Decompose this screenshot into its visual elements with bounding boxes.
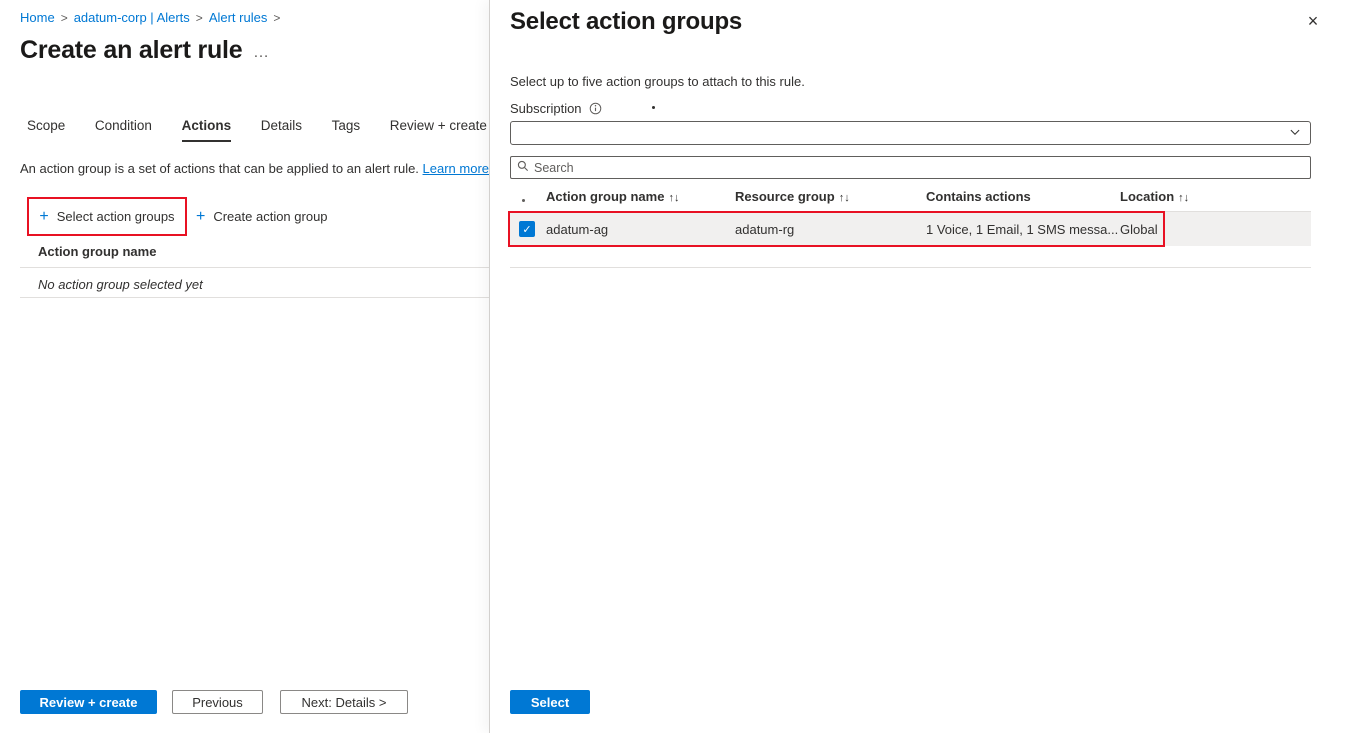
select-action-groups-panel: Select action groups × Select up to five… xyxy=(489,0,1345,733)
column-contains-actions[interactable]: Contains actions xyxy=(926,189,1035,204)
breadcrumb-adatum-corp-alerts[interactable]: adatum-corp | Alerts xyxy=(74,10,190,25)
column-label: Location xyxy=(1120,189,1174,204)
tab-actions[interactable]: Actions xyxy=(182,118,232,142)
breadcrumb: Home > adatum-corp | Alerts > Alert rules > xyxy=(20,10,286,25)
previous-button[interactable]: Previous xyxy=(172,690,263,714)
select-all-indicator[interactable] xyxy=(522,199,525,202)
select-button[interactable]: Select xyxy=(510,690,590,714)
divider xyxy=(510,267,1311,268)
tab-tags[interactable]: Tags xyxy=(332,118,361,142)
tab-details[interactable]: Details xyxy=(261,118,302,142)
required-indicator xyxy=(652,106,655,109)
create-action-group-label: Create action group xyxy=(213,209,327,224)
azure-portal-create-alert-rule: { "breadcrumb": { "items": [ { "label": … xyxy=(0,0,1345,733)
next-details-button[interactable]: Next: Details > xyxy=(280,690,408,714)
info-icon[interactable] xyxy=(589,102,602,115)
panel-description: Select up to five action groups to attac… xyxy=(510,74,805,89)
column-label: Action group name xyxy=(546,189,664,204)
cell-action-group-name: adatum-ag xyxy=(546,222,608,237)
breadcrumb-home[interactable]: Home xyxy=(20,10,55,25)
select-action-groups-label: Select action groups xyxy=(57,209,175,224)
cell-resource-group: adatum-rg xyxy=(735,222,794,237)
chevron-right-icon: > xyxy=(196,11,203,25)
tab-review-create[interactable]: Review + create xyxy=(390,118,487,142)
plus-icon: + xyxy=(196,209,205,225)
column-label: Resource group xyxy=(735,189,835,204)
search-icon xyxy=(517,160,529,175)
select-action-groups-button[interactable]: + Select action groups xyxy=(27,197,187,236)
subscription-dropdown[interactable] xyxy=(510,121,1311,145)
actions-description-text: An action group is a set of actions that… xyxy=(20,161,423,176)
select-action-groups-button-content: + Select action groups xyxy=(39,209,174,225)
subscription-label-text: Subscription xyxy=(510,101,582,116)
action-group-name-column-header: Action group name xyxy=(38,244,156,259)
page-title: Create an alert rule xyxy=(20,36,243,65)
actions-description: An action group is a set of actions that… xyxy=(20,161,489,176)
action-groups-grid: Action group name ↑↓ Resource group ↑↓ Con… xyxy=(510,186,1311,246)
search-box xyxy=(510,156,1311,179)
divider xyxy=(20,267,489,268)
grid-header-row: Action group name ↑↓ Resource group ↑↓ Con… xyxy=(510,186,1311,211)
column-resource-group[interactable]: Resource group ↑↓ xyxy=(735,189,850,204)
create-alert-rule-blade: Home > adatum-corp | Alerts > Alert rules > C… xyxy=(0,0,489,733)
tab-condition[interactable]: Condition xyxy=(95,118,152,142)
create-action-group-button[interactable]: + Create action group xyxy=(196,197,328,236)
review-create-button[interactable]: Review + create xyxy=(20,690,157,714)
more-options-icon[interactable]: … xyxy=(253,44,269,62)
checkmark-icon: ✓ xyxy=(522,223,531,236)
table-row-adatum-ag[interactable]: ✓ adatum-ag adatum-rg 1 Voice, 1 Email, … xyxy=(510,212,1311,246)
cell-contains-actions: 1 Voice, 1 Email, 1 SMS messa... xyxy=(926,222,1118,237)
tab-scope[interactable]: Scope xyxy=(27,118,65,142)
chevron-down-icon xyxy=(1289,126,1301,141)
chevron-right-icon: > xyxy=(273,11,280,25)
cell-location: Global xyxy=(1120,222,1158,237)
subscription-label: Subscription xyxy=(510,101,602,116)
divider xyxy=(20,297,489,298)
panel-title: Select action groups xyxy=(510,8,742,36)
plus-icon: + xyxy=(39,209,48,225)
no-action-group-message: No action group selected yet xyxy=(38,277,203,292)
wizard-tabs: Scope Condition Actions Details Tags Rev… xyxy=(27,118,489,146)
row-checkbox-checked[interactable]: ✓ xyxy=(519,221,535,237)
column-action-group-name[interactable]: Action group name ↑↓ xyxy=(546,189,679,204)
chevron-right-icon: > xyxy=(61,11,68,25)
breadcrumb-alert-rules[interactable]: Alert rules xyxy=(209,10,268,25)
column-location[interactable]: Location ↑↓ xyxy=(1120,189,1189,204)
sort-icon: ↑↓ xyxy=(668,192,679,204)
sort-icon: ↑↓ xyxy=(839,192,850,204)
close-icon[interactable]: × xyxy=(1300,8,1326,34)
sort-icon: ↑↓ xyxy=(1178,192,1189,204)
search-input[interactable] xyxy=(534,161,1304,175)
learn-more-link[interactable]: Learn more xyxy=(423,161,489,176)
column-label: Contains actions xyxy=(926,189,1031,204)
